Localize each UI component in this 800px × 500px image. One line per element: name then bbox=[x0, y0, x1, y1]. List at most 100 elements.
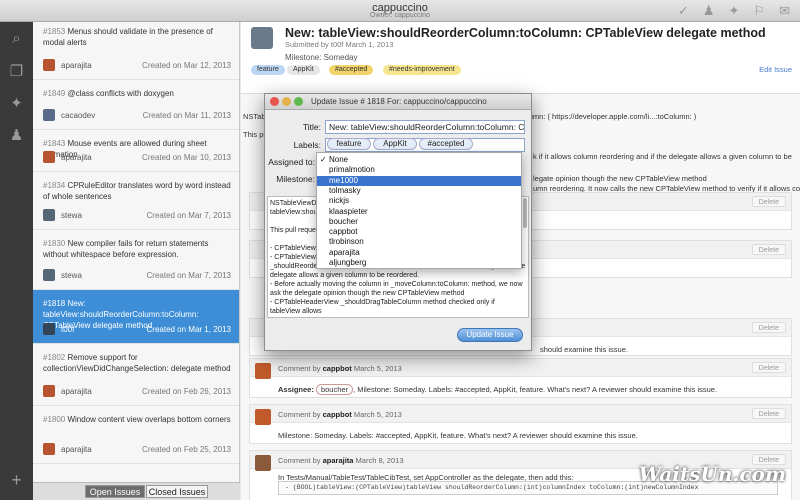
edit-issue-link[interactable]: Edit Issue bbox=[759, 65, 792, 74]
milestone-icon[interactable]: ✦ bbox=[0, 94, 33, 112]
assignee-label: Assignee: bbox=[278, 385, 316, 394]
assignee-option[interactable]: tlrobinson bbox=[317, 237, 521, 247]
issue-date: Created on Mar 11, 2013 bbox=[142, 111, 231, 120]
document-icon[interactable]: ❐ bbox=[0, 62, 33, 80]
comment-user: cappbot bbox=[322, 364, 352, 373]
list-item[interactable]: #1800 Window content view overlaps botto… bbox=[33, 406, 239, 464]
delete-button[interactable]: Delete bbox=[751, 322, 786, 333]
comment-date: March 8, 2013 bbox=[353, 456, 404, 465]
assignee-option[interactable]: primalmotion bbox=[317, 165, 521, 175]
assignee-option[interactable]: cappbot bbox=[317, 227, 521, 237]
sheet-titlebar: Update Issue # 1818 For: cappuccino/capp… bbox=[265, 94, 531, 110]
assignee-option[interactable]: aljungberg bbox=[317, 258, 521, 268]
user-icon[interactable]: ♟ bbox=[703, 3, 715, 19]
issue-label-chip[interactable]: feature bbox=[251, 65, 285, 75]
issue-list[interactable]: #1853 Menus should validate in the prese… bbox=[33, 22, 240, 500]
comment-author: Comment by aparajita March 8, 2013 bbox=[278, 456, 404, 465]
issue-meta: cacaodev Created on Mar 11, 2013 bbox=[43, 109, 233, 123]
tab-closed-issues[interactable]: Closed Issues bbox=[146, 485, 208, 498]
assignee-option[interactable]: tolmasky bbox=[317, 186, 521, 196]
list-item[interactable]: #1834 CPRuleEditor translates word by wo… bbox=[33, 172, 239, 230]
list-item[interactable]: #1849 @class conflicts with doxygen cacao… bbox=[33, 80, 239, 130]
tab-open-issues[interactable]: Open Issues bbox=[85, 485, 145, 498]
issue-number: #1802 bbox=[43, 353, 68, 362]
issue-meta: aparajita Created on Feb 25, 2013 bbox=[43, 443, 233, 457]
issue-number: #1849 bbox=[43, 89, 68, 98]
issue-author: stewa bbox=[61, 211, 82, 220]
comment-author: Comment by cappbot March 5, 2013 bbox=[278, 364, 402, 373]
comment-header: Comment by cappbot March 5, 2013 Delete bbox=[250, 405, 791, 423]
assignee-option-label: tlrobinson bbox=[329, 237, 364, 247]
label-icon[interactable]: ⚐ bbox=[753, 3, 765, 19]
issue-author: aparajita bbox=[61, 387, 92, 396]
add-icon[interactable]: + bbox=[0, 470, 33, 491]
issue-label-chip[interactable]: #needs-improvement bbox=[383, 65, 461, 75]
comment-icon[interactable]: ✉ bbox=[779, 3, 790, 19]
assignee-option[interactable]: me1000 bbox=[317, 175, 521, 186]
label-chip[interactable]: feature bbox=[327, 138, 371, 150]
comment-body: Milestone: Someday. Labels: #accepted, A… bbox=[278, 431, 638, 440]
comment-body: Assignee: boucher, Milestone: Someday. L… bbox=[278, 384, 717, 395]
issue-label-chip[interactable]: AppKit bbox=[287, 65, 320, 75]
comment-user: cappbot bbox=[322, 410, 352, 419]
issue-date: Created on Feb 26, 2013 bbox=[142, 387, 231, 396]
assignee-option[interactable]: ✓ None bbox=[317, 155, 521, 165]
zoom-button[interactable] bbox=[294, 97, 303, 106]
minimize-button[interactable] bbox=[282, 97, 291, 106]
issue-date: Created on Mar 1, 2013 bbox=[146, 325, 232, 334]
list-item[interactable]: #1830 New compiler fails for return stat… bbox=[33, 230, 239, 290]
comment-card: Comment by cappbot March 5, 2013 Delete Mi… bbox=[249, 404, 792, 444]
delete-button[interactable]: Delete bbox=[751, 408, 786, 419]
assignee-option[interactable]: aparajita bbox=[317, 248, 521, 258]
issue-label-chip[interactable]: #accepted bbox=[329, 65, 374, 75]
issue-title: #1853 Menus should validate in the prese… bbox=[43, 26, 233, 48]
issue-title-text: New compiler fails for return statements… bbox=[43, 239, 209, 259]
issue-number: #1830 bbox=[43, 239, 68, 248]
assignee-option[interactable]: klaaspieter bbox=[317, 207, 521, 217]
close-button[interactable] bbox=[270, 97, 279, 106]
assignee-option-label: nickjs bbox=[329, 196, 350, 206]
issue-submitted: Submitted by t00f March 1, 2013 bbox=[285, 40, 394, 49]
comment-user: aparajita bbox=[322, 456, 354, 465]
issue-date: Created on Feb 25, 2013 bbox=[142, 445, 231, 454]
avatar bbox=[43, 151, 55, 163]
delete-button[interactable]: Delete bbox=[751, 196, 786, 207]
issue-title-text: CPRuleEditor translates word by word ins… bbox=[43, 181, 231, 201]
search-icon[interactable]: ⌕ bbox=[0, 30, 33, 47]
labels-label: Labels: bbox=[293, 140, 321, 150]
assignee-option[interactable]: nickjs bbox=[317, 196, 521, 206]
issue-title: New: tableView:shouldReorderColumn:toCol… bbox=[285, 26, 766, 40]
issue-title-text: @class conflicts with doxygen bbox=[67, 89, 174, 98]
milestone-icon[interactable]: ✦ bbox=[729, 3, 740, 19]
title-field[interactable]: New: tableView:shouldReorderColumn:toCol… bbox=[325, 120, 525, 134]
issue-title: #1834 CPRuleEditor translates word by wo… bbox=[43, 180, 233, 202]
avatar bbox=[43, 269, 55, 281]
assignee-option-label: cappbot bbox=[329, 227, 358, 237]
issue-meta: t00f Created on Mar 1, 2013 bbox=[43, 323, 233, 337]
avatar bbox=[255, 455, 271, 471]
label-chip[interactable]: AppKit bbox=[373, 138, 417, 150]
list-item[interactable]: #1843 Mouse events are allowed during sh… bbox=[33, 130, 239, 172]
checkmark-icon[interactable]: ✓ bbox=[678, 3, 689, 19]
list-item[interactable]: #1853 Menus should validate in the prese… bbox=[33, 22, 239, 80]
issue-title: #1830 New compiler fails for return stat… bbox=[43, 238, 233, 260]
issue-number: #1834 bbox=[43, 181, 68, 190]
user-icon[interactable]: ♟ bbox=[0, 126, 33, 144]
textarea-scrollbar[interactable] bbox=[523, 198, 527, 228]
issue-author: cacaodev bbox=[61, 111, 96, 120]
avatar bbox=[251, 27, 273, 49]
list-item[interactable]: #1802 Remove support for collectionViewD… bbox=[33, 344, 239, 406]
icon-sidebar: ⌕ ❐ ✦ ♟ + bbox=[0, 22, 33, 500]
issue-title-text: Window content view overlaps bottom corn… bbox=[67, 415, 231, 424]
issue-date: Created on Mar 7, 2013 bbox=[146, 271, 232, 280]
delete-button[interactable]: Delete bbox=[751, 362, 786, 373]
list-item[interactable]: #1818 New: tableView:shouldReorderColumn… bbox=[33, 290, 239, 344]
update-issue-button[interactable]: Update Issue bbox=[457, 328, 523, 342]
assignee-option-label: None bbox=[329, 155, 349, 164]
avatar bbox=[43, 209, 55, 221]
label-chip[interactable]: #accepted bbox=[419, 138, 473, 150]
assignee-option[interactable]: boucher bbox=[317, 217, 521, 227]
assignee-dropdown[interactable]: ✓ None primalmotion me1000 tolmasky nickjs kla… bbox=[316, 152, 522, 269]
delete-button[interactable]: Delete bbox=[751, 244, 786, 255]
comment-author: Comment by cappbot March 5, 2013 bbox=[278, 410, 402, 419]
